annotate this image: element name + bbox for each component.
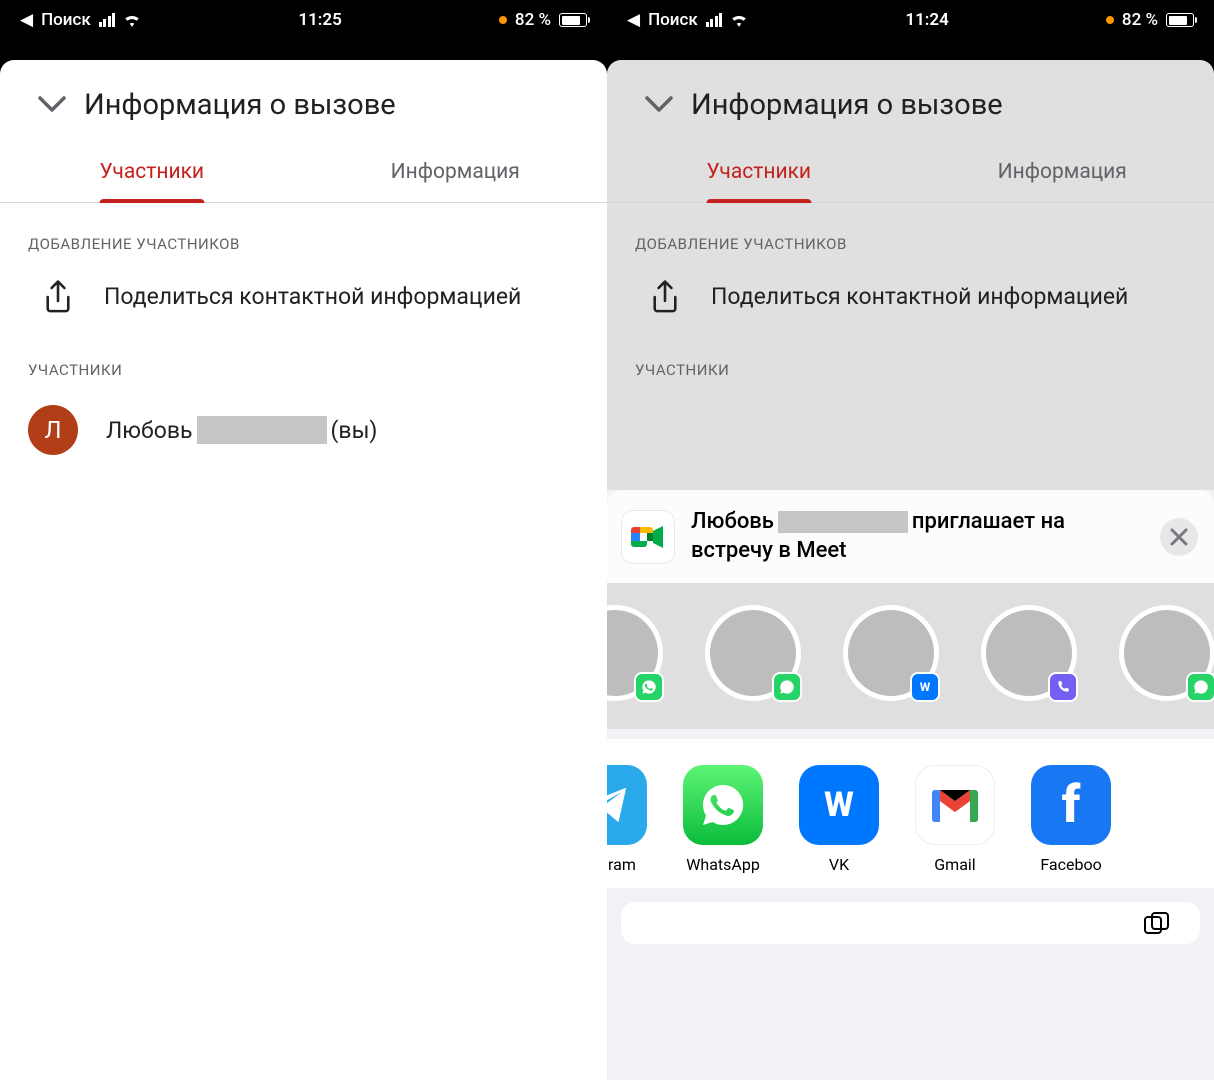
apps-strip[interactable]: elegram WhatsApp W VK	[607, 739, 1214, 888]
share-icon	[649, 279, 681, 315]
share-contact-5[interactable]	[1119, 605, 1214, 701]
telegram-icon	[607, 765, 647, 845]
location-dot-icon	[499, 16, 507, 24]
contacts-strip[interactable]: W	[607, 583, 1214, 729]
gmail-icon	[915, 765, 995, 845]
signal-icon	[99, 13, 116, 27]
clock: 11:24	[905, 10, 948, 30]
participant-name: Любовь (вы)	[106, 416, 377, 444]
sheet-title: Информация о вызове	[84, 88, 396, 122]
phone-left: ◀ Поиск 11:25 82 % Информация о вызове У…	[0, 0, 607, 1080]
share-preview-text: Любовьприглашает на встречу в Meet	[691, 508, 1144, 565]
back-chevron-icon[interactable]: ◀	[627, 10, 640, 30]
action-panel[interactable]	[621, 902, 1200, 944]
participant-row[interactable]: Л Любовь (вы)	[0, 391, 607, 469]
share-contact-label: Поделиться контактной информацией	[711, 281, 1128, 313]
copy-icon	[1144, 912, 1170, 934]
share-contact-4[interactable]	[981, 605, 1077, 701]
status-bar: ◀ Поиск 11:25 82 %	[0, 0, 607, 40]
location-dot-icon	[1106, 16, 1114, 24]
vk-icon: W	[799, 765, 879, 845]
section-participants-label: УЧАСТНИКИ	[607, 329, 1214, 391]
whatsapp-badge-icon	[634, 672, 664, 702]
share-app-gmail[interactable]: Gmail	[915, 765, 995, 874]
back-app-label[interactable]: Поиск	[648, 10, 698, 30]
battery-percent: 82 %	[515, 10, 551, 30]
viber-badge-icon	[1048, 672, 1078, 702]
share-contact-label: Поделиться контактной информацией	[104, 281, 521, 313]
signal-icon	[706, 13, 723, 27]
redacted-name	[197, 416, 327, 444]
google-meet-icon	[621, 510, 675, 564]
collapse-chevron-icon[interactable]	[38, 91, 66, 119]
ios-share-sheet: Любовьприглашает на встречу в Meet W	[607, 490, 1214, 1080]
tab-participants[interactable]: Участники	[607, 142, 911, 202]
facebook-icon: f	[1031, 765, 1111, 845]
close-icon	[1170, 528, 1188, 546]
avatar: Л	[28, 405, 78, 455]
sheet-title: Информация о вызове	[691, 88, 1003, 122]
share-contact-2[interactable]	[705, 605, 801, 701]
status-bar: ◀ Поиск 11:24 82 %	[607, 0, 1214, 40]
back-app-label[interactable]: Поиск	[41, 10, 91, 30]
wifi-icon	[123, 13, 141, 27]
vk-badge-icon: W	[910, 672, 940, 702]
share-contact-3[interactable]: W	[843, 605, 939, 701]
share-contact-1[interactable]	[607, 605, 663, 701]
wifi-icon	[730, 13, 748, 27]
phone-right: ◀ Поиск 11:24 82 % Информация о вызове У…	[607, 0, 1214, 1080]
share-contact-button[interactable]: Поделиться контактной информацией	[0, 265, 607, 329]
section-add-label: ДОБАВЛЕНИЕ УЧАСТНИКОВ	[0, 203, 607, 265]
back-chevron-icon[interactable]: ◀	[20, 10, 33, 30]
collapse-chevron-icon[interactable]	[645, 91, 673, 119]
section-participants-label: УЧАСТНИКИ	[0, 329, 607, 391]
share-icon	[42, 279, 74, 315]
sheet-header: Информация о вызове	[607, 60, 1214, 142]
clock: 11:25	[298, 10, 341, 30]
whatsapp-badge-icon	[1186, 672, 1214, 702]
battery-percent: 82 %	[1122, 10, 1158, 30]
tab-info[interactable]: Информация	[911, 142, 1214, 202]
whatsapp-icon	[683, 765, 763, 845]
share-app-whatsapp[interactable]: WhatsApp	[683, 765, 763, 874]
share-contact-button[interactable]: Поделиться контактной информацией	[607, 265, 1214, 329]
battery-icon	[1166, 13, 1194, 27]
share-app-telegram[interactable]: elegram	[607, 765, 647, 874]
sheet-header: Информация о вызове	[0, 60, 607, 142]
close-share-button[interactable]	[1160, 518, 1198, 556]
battery-icon	[559, 13, 587, 27]
tab-participants[interactable]: Участники	[0, 142, 304, 202]
share-app-vk[interactable]: W VK	[799, 765, 879, 874]
section-add-label: ДОБАВЛЕНИЕ УЧАСТНИКОВ	[607, 203, 1214, 265]
whatsapp-badge-icon	[772, 672, 802, 702]
share-app-facebook[interactable]: f Faceboo	[1031, 765, 1111, 874]
tab-info[interactable]: Информация	[304, 142, 608, 202]
